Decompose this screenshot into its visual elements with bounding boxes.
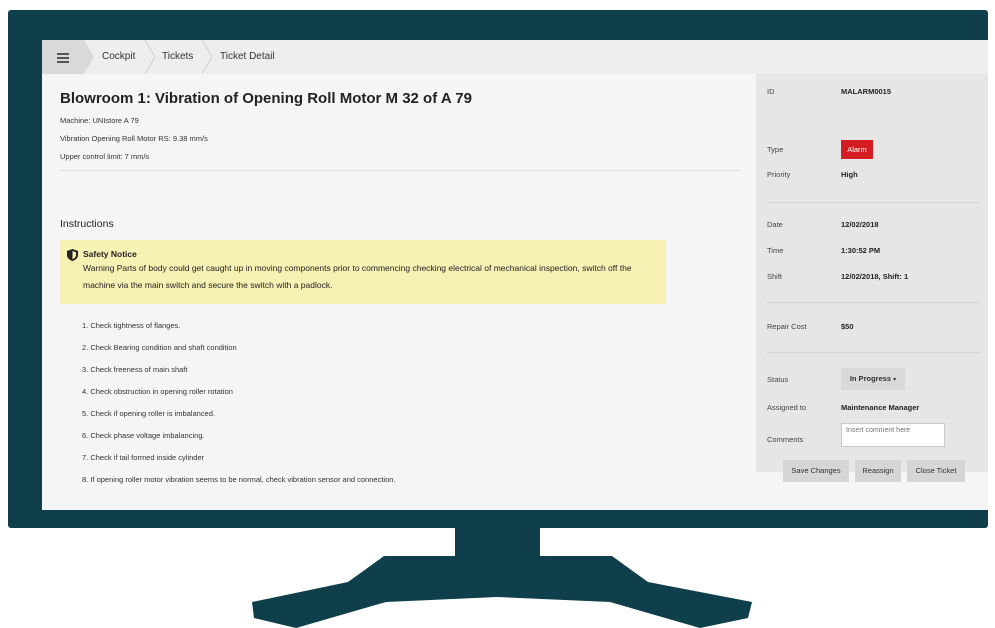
monitor-stand-base [252, 556, 752, 628]
